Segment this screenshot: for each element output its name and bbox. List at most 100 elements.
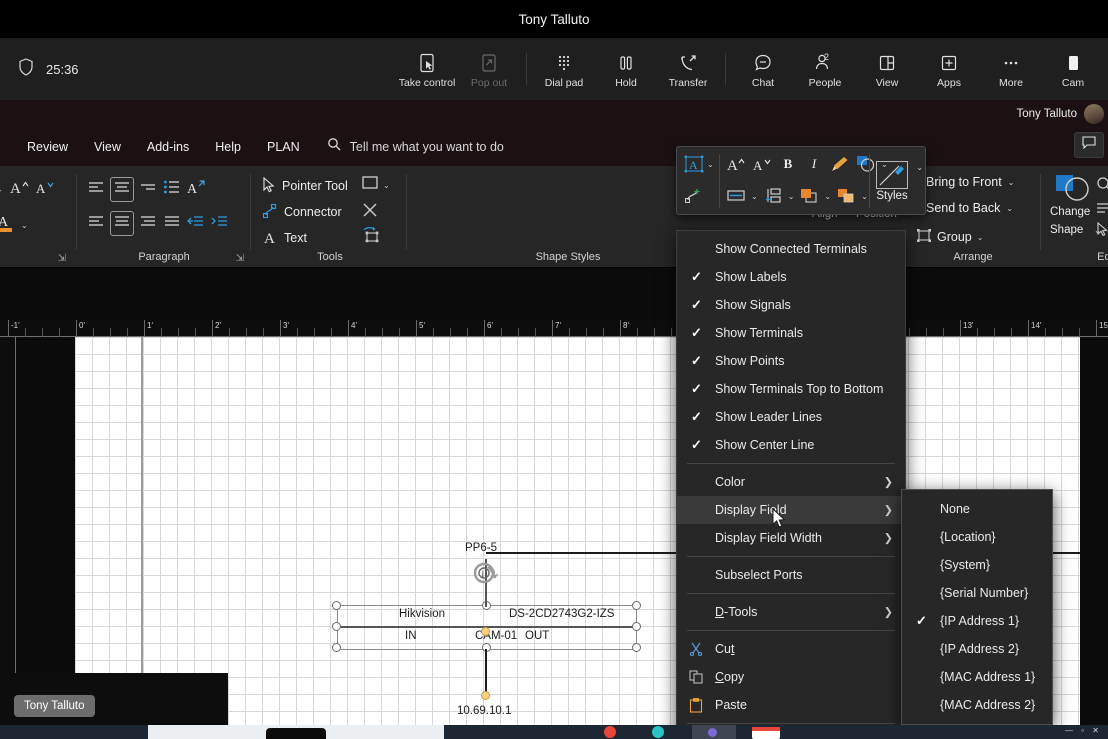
tab-plan[interactable]: PLAN <box>254 128 313 166</box>
submenu-item-mac-address-1[interactable]: {MAC Address 1} <box>902 663 1052 691</box>
align-top-icon[interactable] <box>86 212 106 235</box>
menu-item-subselect-ports[interactable]: Subselect Ports <box>677 561 905 589</box>
display-field-submenu[interactable]: None {Location} {System} {Serial Number} ✓ {I… <box>901 489 1053 725</box>
menu-item-show-leader-lines[interactable]: ✓ Show Leader Lines <box>677 403 905 431</box>
menu-item-copy[interactable]: Copy <box>677 663 905 691</box>
take-control-button[interactable]: Take control <box>396 50 458 89</box>
comments-button[interactable] <box>1074 132 1104 158</box>
more-button[interactable]: More <box>980 50 1042 89</box>
chevron-down-icon[interactable]: ⌄ <box>916 163 923 172</box>
replace-icon[interactable] <box>1096 200 1108 221</box>
menu-item-cut[interactable]: Cut <box>677 635 905 663</box>
menu-item-show-center-line[interactable]: ✓ Show Center Line <box>677 431 905 459</box>
chevron-down-icon[interactable]: ⌄ <box>21 221 28 230</box>
tell-me-search[interactable]: Tell me what you want to do <box>327 137 504 157</box>
text-tool-button[interactable]: A Text <box>262 226 307 250</box>
shape-context-menu[interactable]: Show Connected Terminals ✓ Show Labels ✓ Sho… <box>676 230 906 739</box>
increase-indent-icon[interactable] <box>210 212 230 235</box>
selection-handle[interactable] <box>632 622 641 631</box>
taskbar-app-icon[interactable] <box>652 726 664 738</box>
bold-button[interactable]: B <box>777 153 799 175</box>
menu-item-color[interactable]: Color ❯ <box>677 468 905 496</box>
group-button[interactable]: Group ⌄ <box>916 228 983 246</box>
apps-button[interactable]: Apps <box>918 50 980 89</box>
send-to-back-icon[interactable] <box>835 185 857 207</box>
connection-point[interactable] <box>481 691 490 700</box>
justify-icon[interactable] <box>162 212 182 235</box>
connection-point[interactable] <box>481 627 490 636</box>
avatar[interactable] <box>1084 104 1104 124</box>
menu-item-display-field[interactable]: Display Field ❯ <box>677 496 905 524</box>
search-icon[interactable] <box>1096 176 1108 199</box>
menu-item-paste[interactable]: Paste <box>677 691 905 719</box>
connector-icon[interactable] <box>683 185 705 207</box>
selection-handle[interactable] <box>332 622 341 631</box>
send-to-back-button[interactable]: Send to Back ⌄ <box>926 201 1013 215</box>
pointer-tool-button[interactable]: Pointer Tool <box>262 174 348 198</box>
chat-button[interactable]: Chat <box>732 50 794 89</box>
align-center-icon[interactable] <box>110 177 134 202</box>
align-left-icon[interactable] <box>86 178 106 201</box>
submenu-item-mac-address-2[interactable]: {MAC Address 2} <box>902 691 1052 719</box>
align-right-icon[interactable] <box>138 178 158 201</box>
horizontal-ruler[interactable]: -1'0'1'2'3'4'5'6'7'8'9'10'11'12'13'14'15… <box>0 320 1108 337</box>
chevron-down-icon[interactable]: ⌄ <box>824 192 831 201</box>
taskbar-app-icon[interactable] <box>692 725 736 739</box>
pop-out-button[interactable]: Pop out <box>458 50 520 89</box>
submenu-item-none[interactable]: None <box>902 495 1052 523</box>
tab-review[interactable]: Review <box>14 128 81 166</box>
camera-button[interactable]: Cam <box>1042 50 1104 89</box>
submenu-item-ip-address-1[interactable]: ✓ {IP Address 1} <box>902 607 1052 635</box>
position-icon[interactable] <box>762 185 784 207</box>
window-controls[interactable]: — ▫ ✕ <box>1065 726 1102 735</box>
shape-tool-dropdown[interactable]: ⌄ <box>362 176 390 194</box>
menu-item-show-labels[interactable]: ✓ Show Labels <box>677 263 905 291</box>
selection-handle[interactable] <box>332 601 341 610</box>
selection-handle[interactable] <box>482 643 491 652</box>
connector-tool-button[interactable]: Connector <box>262 200 342 224</box>
transfer-button[interactable]: Transfer <box>657 50 719 89</box>
tab-view[interactable]: View <box>81 128 134 166</box>
submenu-item-location[interactable]: {Location} <box>902 523 1052 551</box>
shrink-font-icon[interactable]: A <box>35 178 55 201</box>
align-icon[interactable] <box>725 185 747 207</box>
chevron-down-icon[interactable]: ⌄ <box>751 192 758 201</box>
select-icon[interactable] <box>1096 221 1108 243</box>
decrease-indent-icon[interactable] <box>186 212 206 235</box>
view-button[interactable]: View <box>856 50 918 89</box>
submenu-item-serial-number[interactable]: {Serial Number} <box>902 579 1052 607</box>
italic-button[interactable]: I <box>803 153 825 175</box>
hold-button[interactable]: Hold <box>595 50 657 89</box>
paragraph-dialog-launcher[interactable]: ⇲ <box>236 253 244 264</box>
font-dialog-launcher[interactable]: ⇲ <box>58 253 66 264</box>
selection-handle[interactable] <box>632 643 641 652</box>
styles-button[interactable]: Styles <box>863 151 921 211</box>
cancel-tool-button[interactable] <box>362 202 378 223</box>
taskbar-window-thumb[interactable] <box>266 728 326 739</box>
text-direction-icon[interactable]: A <box>186 178 206 201</box>
submenu-item-ip-address-2[interactable]: {IP Address 2} <box>902 635 1052 663</box>
menu-item-show-connected-terminals[interactable]: Show Connected Terminals <box>677 235 905 263</box>
tab-add-ins[interactable]: Add-ins <box>134 128 202 166</box>
selection-handle[interactable] <box>332 643 341 652</box>
taskbar-app-icon[interactable] <box>752 727 780 739</box>
shrink-font-icon[interactable]: A <box>751 153 773 175</box>
tab-help[interactable]: Help <box>202 128 254 166</box>
text-block-tool-icon[interactable]: A <box>683 153 705 175</box>
menu-item-show-points[interactable]: ✓ Show Points <box>677 347 905 375</box>
format-painter-icon[interactable] <box>829 153 851 175</box>
taskbar-app-icon[interactable] <box>604 726 616 738</box>
bring-to-front-icon[interactable] <box>798 185 820 207</box>
pointer-shape-tool-icon[interactable] <box>362 226 380 248</box>
dial-pad-button[interactable]: Dial pad <box>533 50 595 89</box>
submenu-item-system[interactable]: {System} <box>902 551 1052 579</box>
menu-item-d-tools[interactable]: D-Tools ❯ <box>677 598 905 626</box>
menu-item-show-terminals-top-to-bottom[interactable]: ✓ Show Terminals Top to Bottom <box>677 375 905 403</box>
chevron-down-icon[interactable]: ⌄ <box>707 160 714 169</box>
grow-font-icon[interactable]: A <box>725 153 747 175</box>
align-middle-icon[interactable] <box>110 211 134 236</box>
bring-to-front-button[interactable]: Bring to Front ⌄ <box>926 175 1014 189</box>
align-bottom-icon[interactable] <box>138 212 158 235</box>
selection-handle[interactable] <box>632 601 641 610</box>
menu-item-show-signals[interactable]: ✓ Show Signals <box>677 291 905 319</box>
